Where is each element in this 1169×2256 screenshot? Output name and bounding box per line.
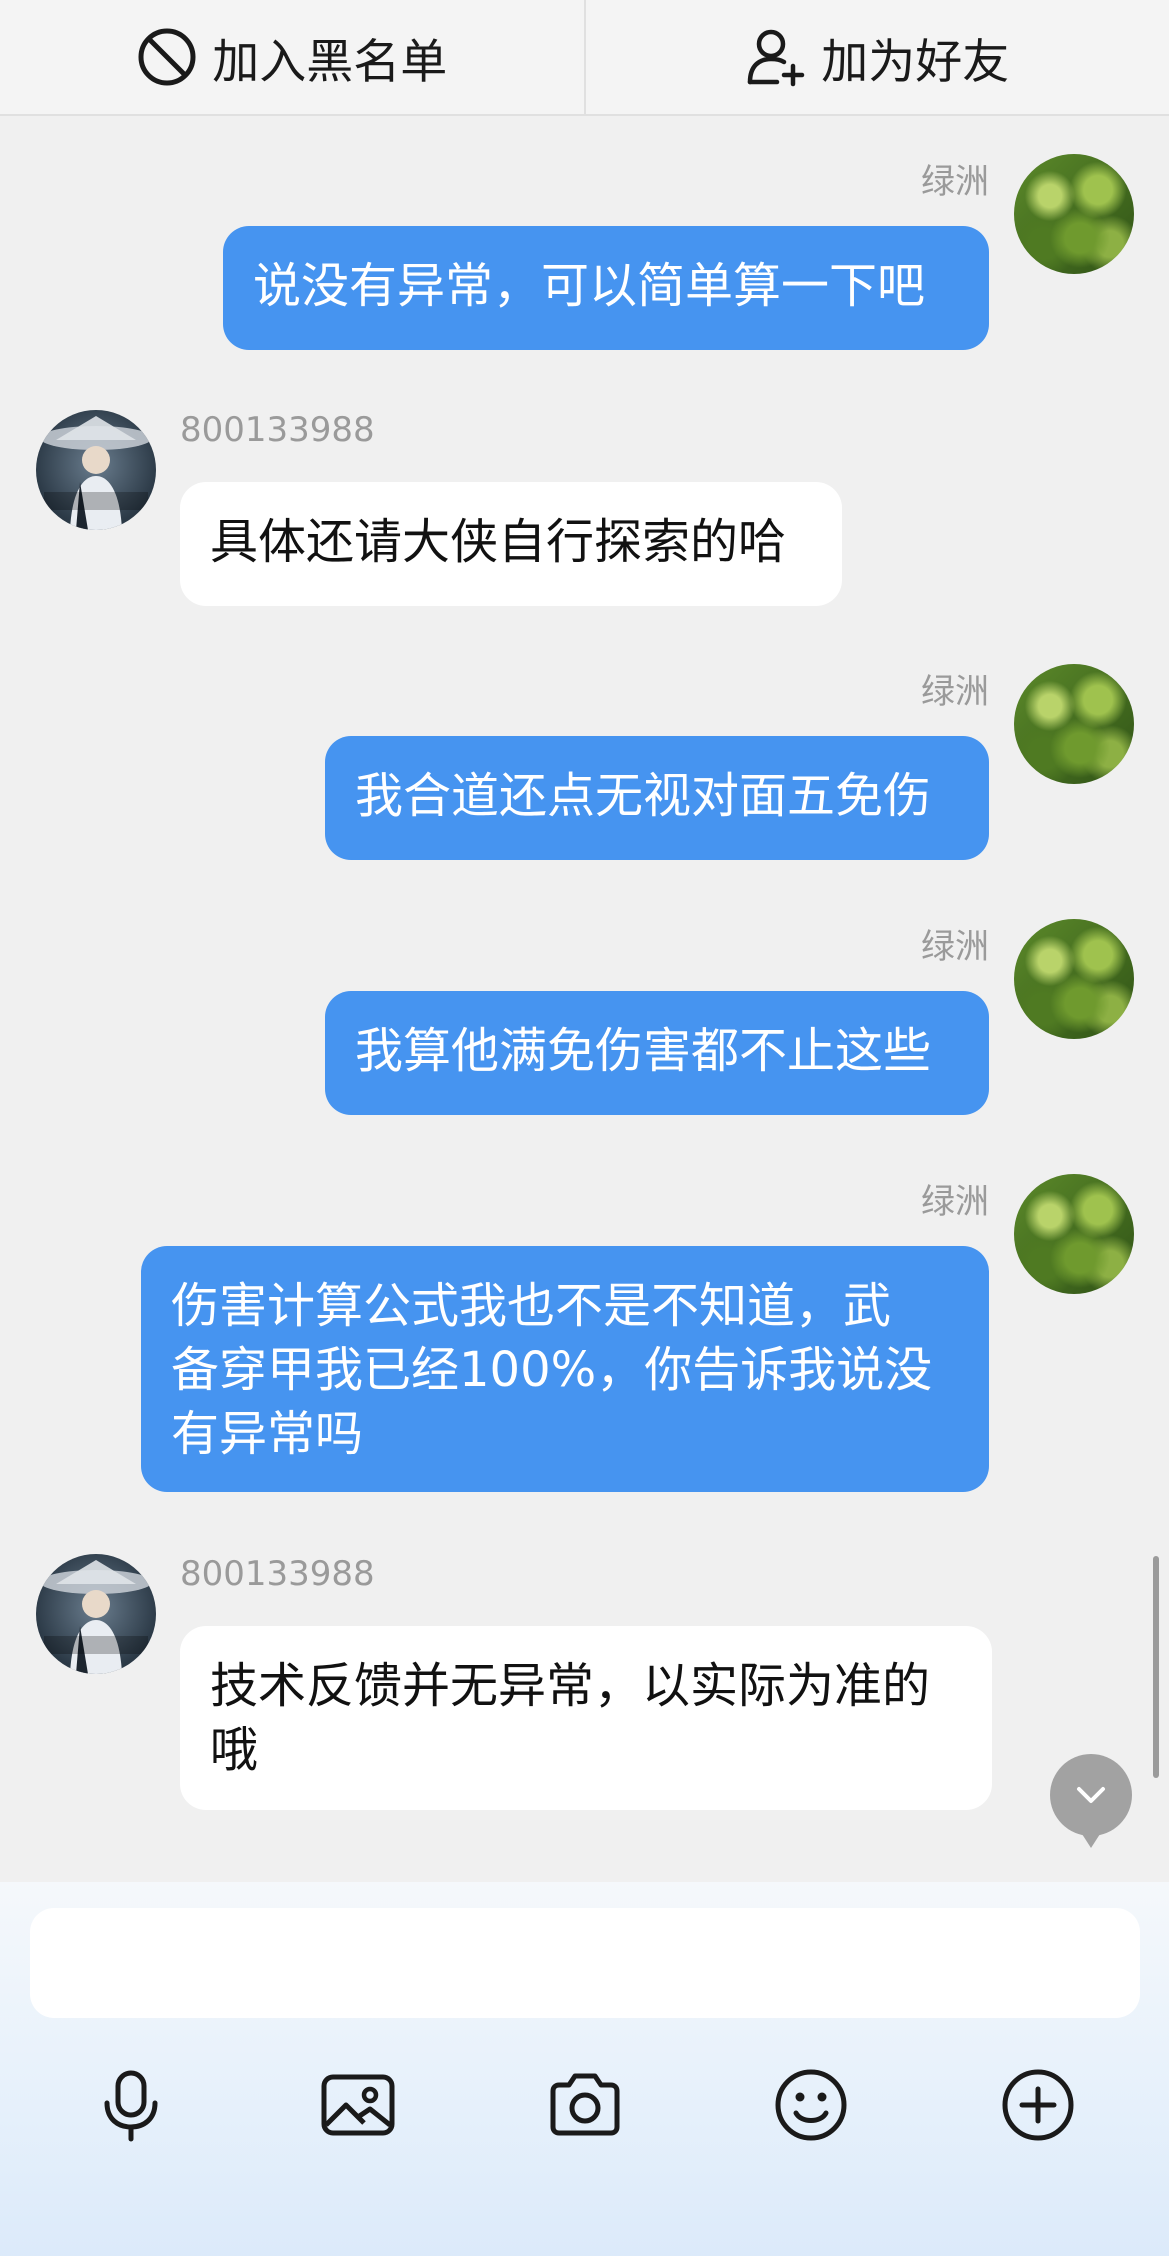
camera-button[interactable] [540, 2060, 630, 2150]
add-friend-button[interactable]: 加为好友 [586, 0, 1169, 114]
add-to-blacklist-label: 加入黑名单 [212, 34, 448, 90]
scroll-to-bottom-button[interactable] [1050, 1754, 1132, 1848]
block-icon [138, 28, 196, 86]
microphone-icon [104, 2070, 158, 2142]
emoji-button[interactable] [766, 2060, 856, 2150]
add-user-icon [748, 29, 805, 87]
plus-icon [1002, 2069, 1074, 2141]
avatar[interactable] [1014, 154, 1134, 274]
sender-name: 绿洲 [921, 162, 989, 202]
message-bubble[interactable]: 技术反馈并无异常，以实际为准的 哦 [180, 1626, 992, 1810]
emoji-icon [775, 2069, 847, 2141]
message-line: 备穿甲我已经100%，你告诉我说没 [171, 1342, 933, 1398]
message-bubble[interactable]: 我算他满免伤害都不止这些 [325, 991, 989, 1115]
add-friend-label: 加为好友 [821, 34, 1010, 90]
more-options-button[interactable] [993, 2060, 1083, 2150]
avatar[interactable] [1014, 919, 1134, 1039]
sender-name: 800133988 [180, 410, 375, 450]
message-composer [0, 1882, 1169, 2256]
message-bubble[interactable]: 伤害计算公式我也不是不知道，武 备穿甲我已经100%，你告诉我说没 有异常吗 [141, 1246, 989, 1492]
message-bubble[interactable]: 具体还请大侠自行探索的哈 [180, 482, 842, 606]
chat-scrollbar[interactable] [1153, 1556, 1159, 1778]
sender-name: 绿洲 [921, 1182, 989, 1222]
message-line: 有异常吗 [171, 1406, 364, 1462]
message-bubble[interactable]: 我合道还点无视对面五免伤 [325, 736, 989, 860]
top-action-bar: 加入黑名单 加为好友 [0, 0, 1169, 116]
message-line: 技术反馈并无异常，以实际为准的 [210, 1658, 931, 1714]
sender-name: 绿洲 [921, 927, 989, 967]
image-icon [321, 2074, 395, 2136]
avatar[interactable] [1014, 664, 1134, 784]
avatar[interactable] [36, 1554, 156, 1674]
avatar-image [40, 1560, 152, 1674]
message-line: 伤害计算公式我也不是不知道，武 [171, 1278, 892, 1334]
image-button[interactable] [313, 2060, 403, 2150]
avatar[interactable] [1014, 1174, 1134, 1294]
message-bubble[interactable]: 说没有异常，可以简单算一下吧 [223, 226, 989, 350]
add-to-blacklist-button[interactable]: 加入黑名单 [0, 0, 584, 114]
sender-name: 绿洲 [921, 672, 989, 712]
camera-icon [550, 2073, 620, 2136]
avatar-image [40, 416, 152, 530]
chat-message-list[interactable]: 绿洲 说没有异常，可以简单算一下吧 800133988 具体还请大侠自行探索的哈… [0, 118, 1169, 1880]
message-input[interactable] [30, 1908, 1140, 2018]
message-line: 哦 [210, 1722, 259, 1778]
voice-button[interactable] [86, 2060, 176, 2150]
avatar[interactable] [36, 410, 156, 530]
sender-name: 800133988 [180, 1554, 375, 1594]
chevron-down-icon [1077, 1787, 1105, 1803]
